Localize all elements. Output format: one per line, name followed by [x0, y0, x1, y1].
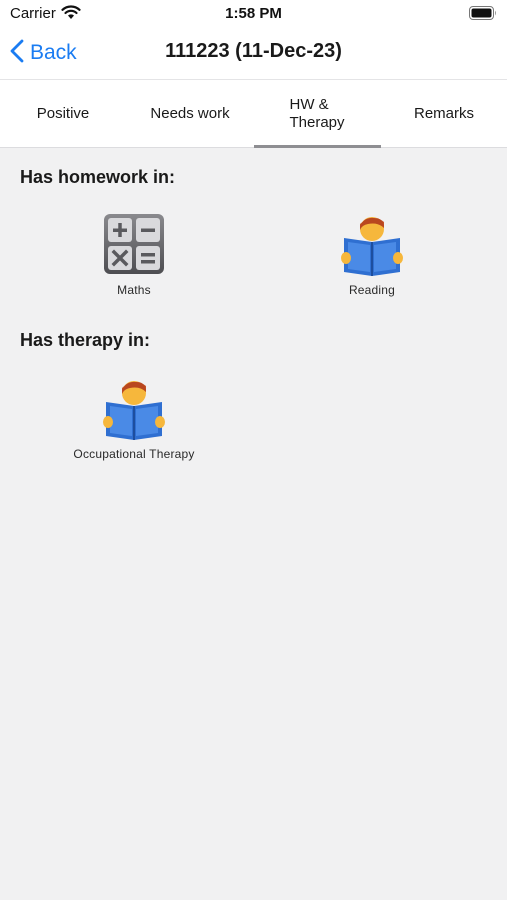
- subject-label: Reading: [348, 283, 396, 297]
- tab-needs-work[interactable]: Needs work: [127, 80, 253, 148]
- segment-tab-bar: Positive Needs work HW & Therapy Remarks: [0, 80, 507, 148]
- homework-item-maths[interactable]: Maths: [24, 212, 244, 297]
- navigation-bar: Back 111223 (11-Dec-23): [0, 28, 507, 80]
- tab-remarks[interactable]: Remarks: [381, 80, 507, 148]
- subject-label: Maths: [117, 283, 151, 297]
- tab-positive[interactable]: Positive: [0, 80, 126, 148]
- homework-heading: Has homework in:: [20, 167, 176, 187]
- status-bar: Carrier 1:58 PM: [0, 0, 507, 28]
- status-time: 1:58 PM: [225, 5, 282, 22]
- person-reading-book-icon: [102, 376, 166, 440]
- subject-label: Occupational Therapy: [73, 447, 195, 461]
- calculator-icon: [102, 212, 166, 276]
- tab-label: Needs work: [150, 105, 230, 122]
- tab-label: HW & Therapy: [289, 96, 345, 131]
- selected-tab-indicator: [254, 145, 381, 148]
- therapy-heading: Has therapy in:: [20, 330, 151, 350]
- person-reading-book-icon: [340, 212, 404, 276]
- therapy-item-occupational[interactable]: Occupational Therapy: [24, 376, 244, 461]
- tab-label: Remarks: [413, 105, 474, 122]
- page-title: 111223 (11-Dec-23): [165, 40, 342, 62]
- tab-label: Positive: [36, 105, 90, 122]
- tab-hw-therapy[interactable]: HW & Therapy: [254, 80, 380, 148]
- homework-item-reading[interactable]: Reading: [262, 212, 482, 297]
- battery-icon: [469, 6, 497, 25]
